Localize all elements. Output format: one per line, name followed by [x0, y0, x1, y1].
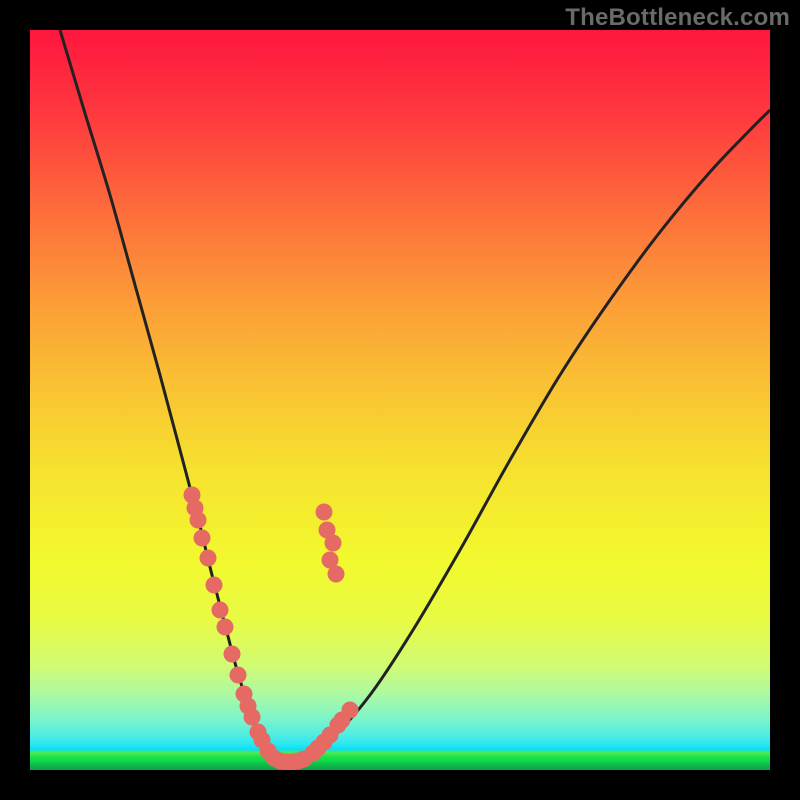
right-upper-point [328, 566, 345, 583]
left-cluster-point [217, 619, 234, 636]
chart-svg [30, 30, 770, 770]
chart-frame: TheBottleneck.com [0, 0, 800, 800]
right-cluster-point [342, 702, 359, 719]
right-upper-point [316, 504, 333, 521]
left-cluster-point [200, 550, 217, 567]
left-cluster-point [244, 709, 261, 726]
right-upper-point [325, 535, 342, 552]
bottleneck-curve [60, 30, 770, 762]
left-cluster-point [190, 512, 207, 529]
watermark-text: TheBottleneck.com [565, 4, 790, 32]
left-cluster-point [206, 577, 223, 594]
left-cluster-point [230, 667, 247, 684]
left-cluster-point [212, 602, 229, 619]
scatter-markers [184, 487, 359, 771]
left-cluster-point [194, 530, 211, 547]
left-cluster-point [224, 646, 241, 663]
plot-area [30, 30, 770, 770]
